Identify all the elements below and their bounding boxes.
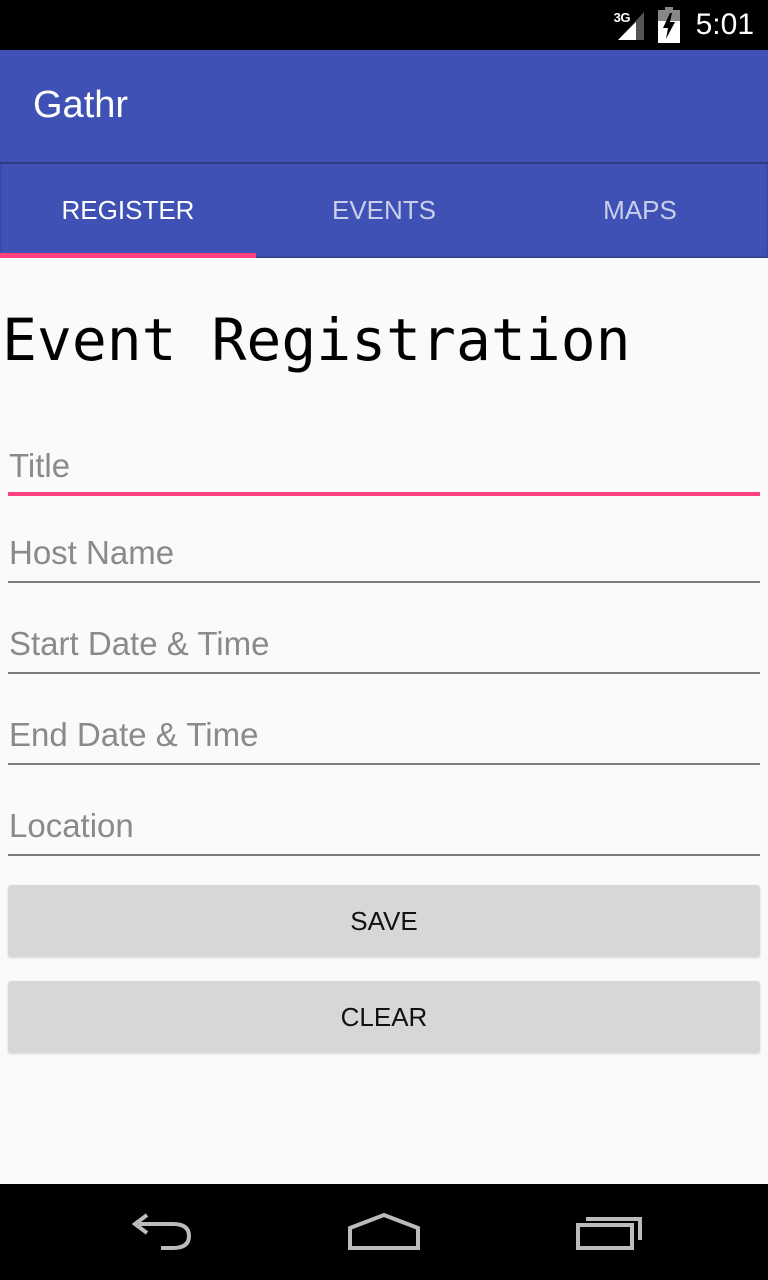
- tab-events[interactable]: EVENTS: [256, 162, 512, 258]
- end-date-underline: [8, 763, 760, 765]
- status-bar: 3G 5:01: [0, 0, 768, 50]
- back-button[interactable]: [100, 1184, 220, 1280]
- tab-events-label: EVENTS: [331, 194, 437, 225]
- end-date-input[interactable]: [8, 705, 760, 765]
- home-button[interactable]: [324, 1184, 444, 1280]
- host-name-input[interactable]: [8, 523, 760, 583]
- clock: 5:01: [695, 8, 754, 41]
- app-bar: Gathr: [0, 50, 768, 162]
- save-button[interactable]: SAVE: [8, 885, 760, 957]
- start-date-field: [8, 614, 760, 674]
- tab-register[interactable]: REGISTER: [0, 162, 256, 258]
- start-date-input[interactable]: [8, 614, 760, 674]
- title-input[interactable]: [8, 436, 760, 496]
- back-icon: [131, 1213, 192, 1250]
- tab-indicator: [0, 253, 256, 258]
- page-title: Event Registration: [2, 306, 631, 374]
- tab-maps[interactable]: MAPS: [512, 162, 768, 258]
- tab-maps-label: MAPS: [603, 194, 677, 225]
- start-date-underline: [8, 672, 760, 674]
- save-button-label: SAVE: [350, 905, 418, 936]
- clear-button-label: CLEAR: [340, 1001, 428, 1032]
- tab-register-label: REGISTER: [61, 194, 195, 225]
- location-field: [8, 796, 760, 856]
- host-name-underline: [8, 581, 760, 583]
- tab-bar: REGISTER EVENTS MAPS: [0, 162, 768, 258]
- title-underline: [8, 492, 760, 496]
- app-title: Gathr: [33, 84, 129, 126]
- signal-icon: 3G: [614, 8, 648, 42]
- end-date-field: [8, 705, 760, 765]
- navigation-bar: [0, 1184, 768, 1280]
- location-input[interactable]: [8, 796, 760, 856]
- home-icon: [348, 1212, 420, 1250]
- status-icons: 3G 5:01: [614, 0, 754, 50]
- recents-icon: [576, 1217, 642, 1250]
- battery-icon: [657, 7, 680, 43]
- location-underline: [8, 854, 760, 856]
- title-field: [8, 436, 760, 496]
- clear-button[interactable]: CLEAR: [8, 981, 760, 1053]
- host-name-field: [8, 523, 760, 583]
- recents-button[interactable]: [550, 1184, 670, 1280]
